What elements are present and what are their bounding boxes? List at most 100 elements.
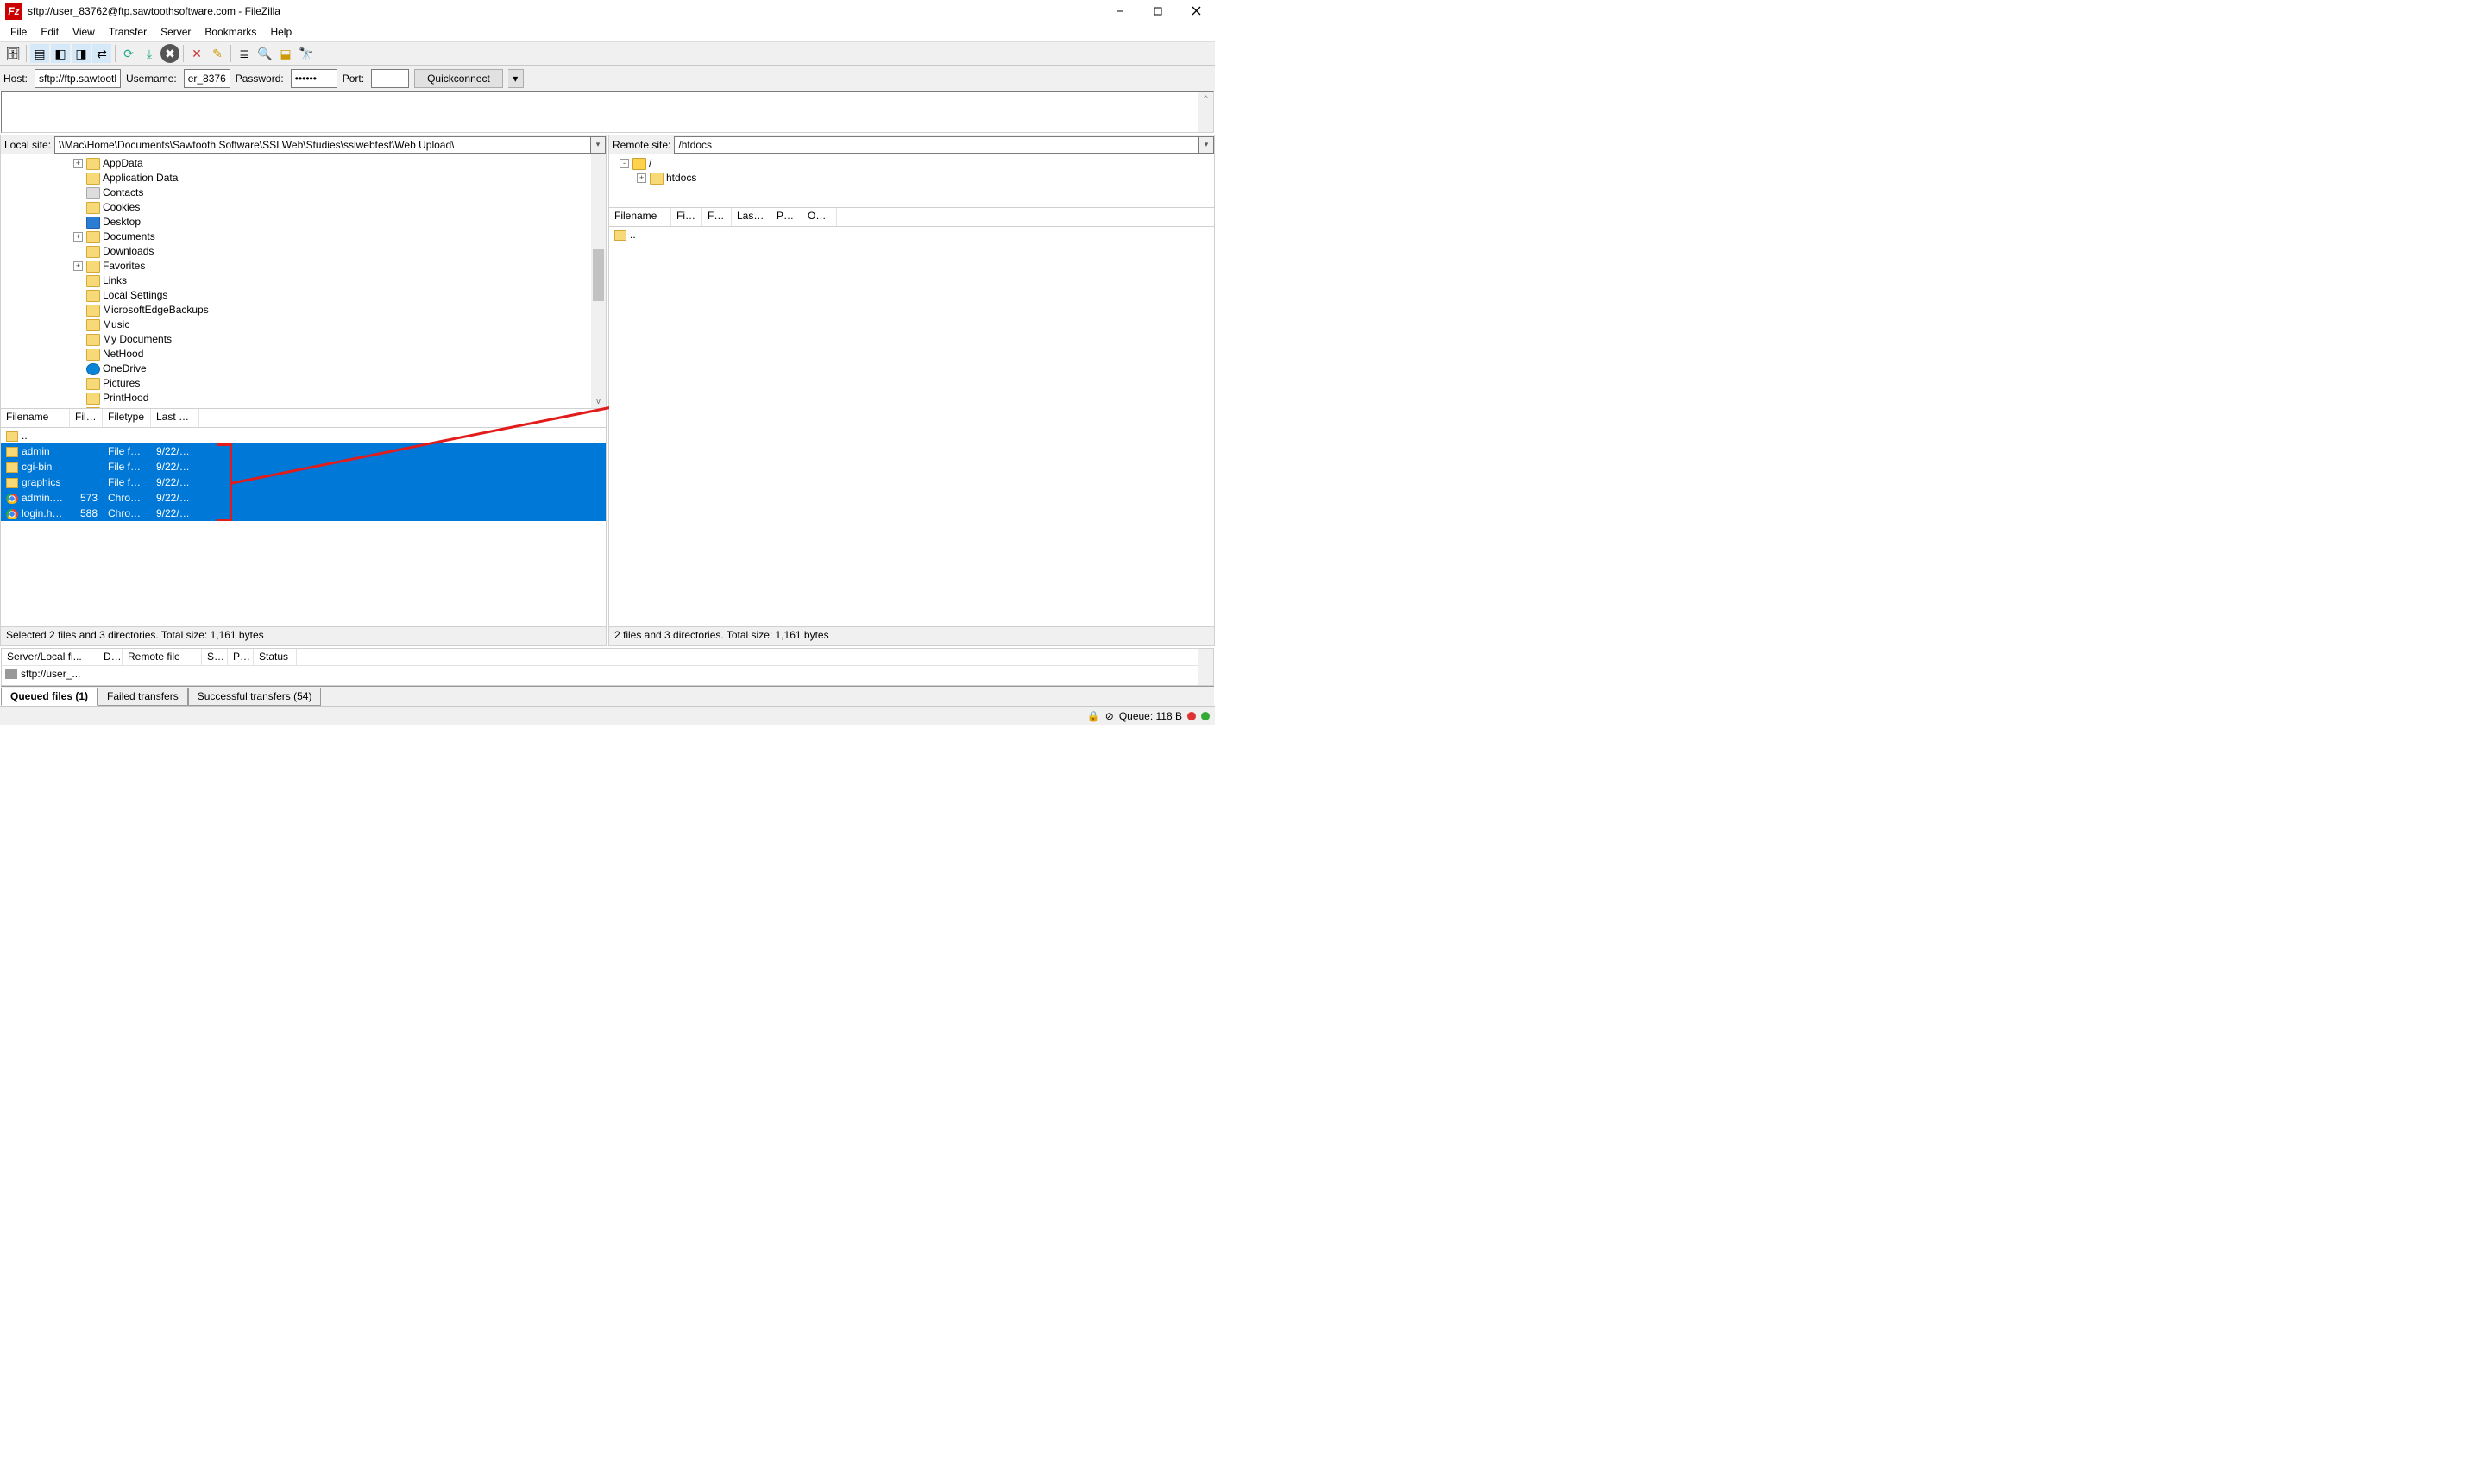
folder-icon	[6, 447, 18, 457]
col-permissions[interactable]: Per...	[771, 208, 802, 226]
reconnect-icon[interactable]: ✎	[208, 44, 227, 63]
cancel-icon[interactable]: ✖	[160, 44, 179, 63]
quickconnect-dropdown[interactable]: ▾	[508, 69, 524, 88]
queue-row[interactable]: sftp://user_...	[2, 666, 1213, 682]
list-item[interactable]: ..	[609, 227, 1214, 242]
tree-item[interactable]: -/	[613, 156, 1214, 171]
refresh-icon[interactable]: ⟳	[119, 44, 138, 63]
local-site-label: Local site:	[1, 139, 54, 151]
menu-edit[interactable]: Edit	[34, 24, 66, 40]
site-manager-icon[interactable]: 🗄	[3, 44, 22, 63]
tree-item[interactable]: Music	[4, 318, 606, 332]
col-filesize[interactable]: Files...	[671, 208, 702, 226]
col-remote-file[interactable]: Remote file	[123, 649, 202, 665]
binoculars-icon[interactable]: 🔭	[297, 44, 316, 63]
status-green-icon	[1201, 712, 1210, 720]
chevron-down-icon[interactable]: ▾	[1199, 136, 1214, 154]
col-filetype[interactable]: Filetype	[103, 409, 151, 427]
menu-file[interactable]: File	[3, 24, 34, 40]
folder-icon	[86, 275, 100, 287]
transfer-queue[interactable]: Server/Local fi... Dir... Remote file Si…	[1, 648, 1214, 686]
tree-item[interactable]: +AppData	[4, 156, 606, 171]
tree-item[interactable]: Local Settings	[4, 288, 606, 303]
search-icon[interactable]: 🔍	[255, 44, 274, 63]
empty-status: ⊘	[1105, 710, 1114, 722]
col-lastmod[interactable]: Last mo...	[151, 409, 199, 427]
local-file-list[interactable]: Filename Filesi... Filetype Last mo... .…	[1, 409, 606, 626]
queue-header[interactable]: Server/Local fi... Dir... Remote file Si…	[2, 649, 1213, 666]
tree-item[interactable]: Application Data	[4, 171, 606, 186]
remote-file-list[interactable]: Filename Files... Filet... Last m... Per…	[609, 208, 1214, 626]
host-input[interactable]	[35, 69, 121, 88]
filter-icon[interactable]: ≣	[235, 44, 254, 63]
col-priority[interactable]: Pri...	[228, 649, 254, 665]
tab-queued-files[interactable]: Queued files (1)	[1, 688, 98, 706]
menu-bookmarks[interactable]: Bookmarks	[198, 24, 263, 40]
process-queue-icon[interactable]: ⤓	[140, 44, 159, 63]
local-site-input[interactable]	[54, 136, 591, 154]
port-label: Port:	[343, 72, 364, 85]
menu-view[interactable]: View	[66, 24, 102, 40]
toggle-log-icon[interactable]: ▤	[30, 44, 49, 63]
tab-successful-transfers[interactable]: Successful transfers (54)	[188, 688, 322, 706]
tree-item[interactable]: OneDrive	[4, 362, 606, 376]
tree-item[interactable]: NetHood	[4, 347, 606, 362]
tree-item[interactable]: MicrosoftEdgeBackups	[4, 303, 606, 318]
col-lastmod[interactable]: Last m...	[732, 208, 771, 226]
col-filesize[interactable]: Filesi...	[70, 409, 103, 427]
queue-status: Queue: 118 B	[1119, 710, 1182, 722]
queue-tabs: Queued files (1) Failed transfers Succes…	[1, 686, 1214, 706]
tree-item[interactable]: +Documents	[4, 230, 606, 244]
remote-list-header[interactable]: Filename Files... Filet... Last m... Per…	[609, 208, 1214, 227]
tree-item[interactable]: My Documents	[4, 332, 606, 347]
message-log[interactable]: ^	[1, 91, 1214, 133]
scrollbar[interactable]: ^	[1198, 92, 1213, 132]
tree-item[interactable]: Contacts	[4, 186, 606, 200]
col-filetype[interactable]: Filet...	[702, 208, 732, 226]
port-input[interactable]	[371, 69, 409, 88]
remote-site-input[interactable]	[674, 136, 1199, 154]
toggle-local-tree-icon[interactable]: ◧	[51, 44, 70, 63]
tree-item-label: Downloads	[103, 244, 154, 259]
menu-transfer[interactable]: Transfer	[102, 24, 154, 40]
tree-item[interactable]: Links	[4, 274, 606, 288]
password-input[interactable]	[291, 69, 337, 88]
username-input[interactable]	[184, 69, 230, 88]
quickconnect-button[interactable]: Quickconnect	[414, 69, 503, 88]
menu-help[interactable]: Help	[263, 24, 299, 40]
compare-icon[interactable]: ⬓	[276, 44, 295, 63]
toggle-queue-icon[interactable]: ⇄	[92, 44, 111, 63]
col-filename[interactable]: Filename	[1, 409, 70, 427]
tree-item[interactable]: Desktop	[4, 215, 606, 230]
scrollbar[interactable]	[591, 154, 606, 408]
remote-tree[interactable]: -/+htdocs	[609, 154, 1214, 208]
tree-item-label: Documents	[103, 230, 155, 244]
menu-bar: File Edit View Transfer Server Bookmarks…	[0, 22, 1215, 41]
col-size[interactable]: Size	[202, 649, 228, 665]
tree-item[interactable]: Downloads	[4, 244, 606, 259]
minimize-button[interactable]	[1101, 0, 1139, 22]
disconnect-icon[interactable]: ✕	[187, 44, 206, 63]
tree-item[interactable]: Cookies	[4, 200, 606, 215]
col-server[interactable]: Server/Local fi...	[2, 649, 98, 665]
maximize-button[interactable]	[1139, 0, 1177, 22]
tree-item[interactable]: +htdocs	[613, 171, 1214, 186]
col-direction[interactable]: Dir...	[98, 649, 123, 665]
tree-item[interactable]: Pictures	[4, 376, 606, 391]
close-button[interactable]	[1177, 0, 1215, 22]
main-split: Local site: ▾ ^ +AppDataApplication Data…	[0, 135, 1215, 646]
local-tree[interactable]: ^ +AppDataApplication DataContactsCookie…	[1, 154, 606, 409]
tree-item[interactable]: +Favorites	[4, 259, 606, 274]
host-label: Host:	[3, 72, 28, 85]
toggle-remote-tree-icon[interactable]: ◨	[72, 44, 91, 63]
col-filename[interactable]: Filename	[609, 208, 671, 226]
list-item[interactable]: login.html588Chrome ...9/22/20...	[1, 506, 606, 521]
col-status[interactable]: Status	[254, 649, 297, 665]
tree-item-label: Local Settings	[103, 288, 167, 303]
menu-server[interactable]: Server	[154, 24, 198, 40]
folder-icon	[86, 231, 100, 243]
chevron-down-icon[interactable]: ▾	[591, 136, 606, 154]
tab-failed-transfers[interactable]: Failed transfers	[98, 688, 188, 706]
col-owner[interactable]: Own...	[802, 208, 837, 226]
scrollbar[interactable]	[1198, 649, 1213, 685]
